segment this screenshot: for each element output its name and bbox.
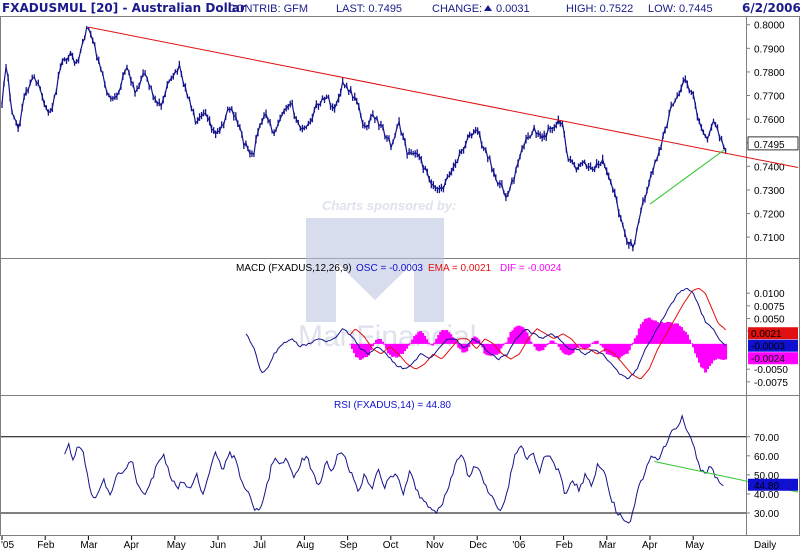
x-tick-label: Feb (37, 540, 55, 550)
macd-value-tags: 0.0021 -0.0003-0.0024 (748, 327, 798, 365)
price-tick-label: 0.7100 (754, 233, 785, 244)
chart-canvas: FXADUSMUL [20] - Australian Dollar CONTR… (0, 0, 800, 550)
macd-tick-label: -0.0075 (754, 378, 788, 389)
high-price: HIGH: 0.7522 (566, 3, 633, 15)
price-series (1, 26, 727, 252)
x-tick-label: Feb (556, 540, 574, 550)
chart-header: FXADUSMUL [20] - Australian Dollar CONTR… (0, 0, 800, 16)
x-tick-label: Nov (426, 540, 444, 550)
low-price: LOW: 0.7445 (648, 3, 713, 15)
change-value: 0.0031 (496, 3, 530, 15)
x-tick-label: May (167, 540, 186, 550)
price-line (1, 26, 727, 250)
rsi-tick-label: 70.00 (754, 433, 779, 444)
x-tick-label: Jul (253, 540, 266, 550)
price-last-tag: 0.7495 (747, 136, 799, 151)
price-tick-label: 0.7300 (754, 186, 785, 197)
x-tick-label: Mar (80, 540, 98, 550)
chart-date: 6/2/2006 (742, 1, 800, 15)
x-tick-label: Apr (124, 540, 140, 550)
x-tick-label: Daily (754, 540, 776, 550)
macd-ema-label: EMA = 0.0021 (428, 263, 492, 274)
change-label: CHANGE: (432, 3, 482, 15)
macd-tick-label: 0.0075 (754, 302, 785, 313)
rsi-tick-label: 30.00 (754, 509, 779, 520)
macd-osc-label: OSC = -0.0003 (356, 263, 423, 274)
rsi-panel-frame (0, 395, 800, 536)
sponsor-watermark: Charts sponsored by: ManFinancial (298, 198, 476, 353)
macd-tick-label: 0.0100 (754, 289, 785, 300)
x-tick-label: May (685, 540, 704, 550)
price-tick-label: 0.7800 (754, 68, 785, 79)
last-price: LAST: 0.7495 (336, 3, 402, 15)
last-price-tag-text: 0.7495 (754, 140, 785, 151)
price-tick-label: 0.7700 (754, 92, 785, 103)
macd-dif-label: DIF = -0.0024 (500, 263, 562, 274)
x-axis: '05 Feb Mar Apr May Jun Jul Aug Sep Oct Nov Dec '06 F… (1, 536, 776, 550)
x-tick-label: Mar (599, 540, 617, 550)
x-tick-label: Jun (210, 540, 226, 550)
rsi-value-tag: 44.80 (748, 478, 798, 492)
rsi-line (64, 413, 724, 524)
macd-title: MACD (FXADUS,12,26,9) (236, 263, 352, 274)
price-tick-label: 0.7900 (754, 44, 785, 55)
x-tick-label: '05 (1, 540, 14, 550)
x-tick-label: Dec (469, 540, 487, 550)
macd-value-tag-text: -0.0003 (751, 342, 785, 353)
macd-value-tag-text: -0.0024 (751, 354, 785, 365)
price-tick-label: 0.8000 (754, 21, 785, 32)
macd-tick-label: 0.0050 (754, 315, 785, 326)
rsi-series (1, 413, 799, 524)
symbol-title: FXADUSMUL [20] - Australian Dollar (2, 1, 246, 15)
contrib-label: CONTRIB: GFM (228, 3, 308, 15)
support-trendline (649, 149, 725, 205)
price-axis-ticks: 0.80000.79000.78000.77000.76000.75000.74… (746, 21, 785, 244)
price-tick-label: 0.7200 (754, 210, 785, 221)
x-tick-label: Oct (383, 540, 399, 550)
macd-value-tag-text: 0.0021 (751, 329, 782, 340)
resistance-trendline (88, 26, 799, 168)
rsi-tag-text: 44.80 (754, 481, 779, 492)
x-tick-label: Apr (642, 540, 658, 550)
x-tick-label: '06 (512, 540, 525, 550)
rsi-axis-ticks: 70.0060.0050.0040.0030.00 (746, 433, 779, 520)
watermark-sponsor-text: Charts sponsored by: (322, 198, 456, 213)
rsi-title: RSI (FXADUS,14) = 44.80 (334, 400, 451, 411)
x-tick-label: Aug (296, 540, 314, 550)
x-tick-label: Sep (340, 540, 358, 550)
macd-legend: MACD (FXADUS,12,26,9) OSC = -0.0003 EMA … (236, 263, 562, 274)
macd-tick-label: -0.0050 (754, 365, 788, 376)
rsi-tick-label: 60.00 (754, 452, 779, 463)
price-tick-label: 0.7600 (754, 115, 785, 126)
